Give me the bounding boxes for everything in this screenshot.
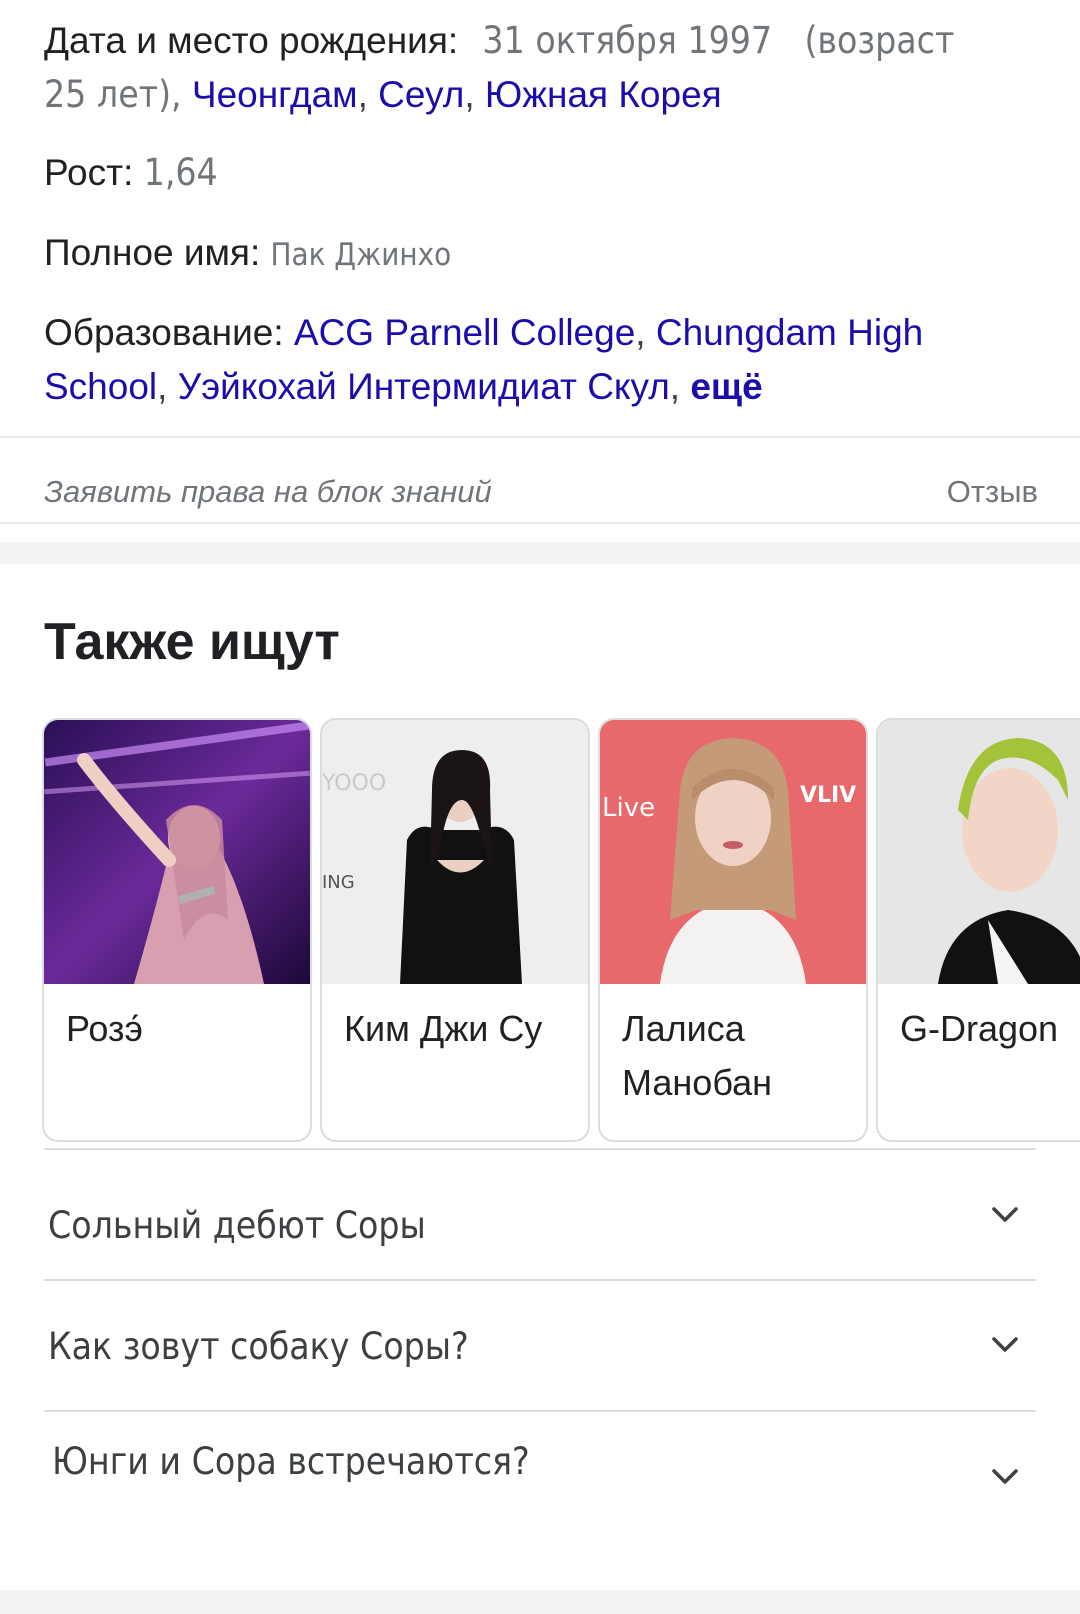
education-link-3[interactable]: Уэйкохай Интермидиат Скул: [178, 366, 670, 407]
chevron-down-icon[interactable]: [990, 1462, 1020, 1492]
man-green-hair-photo: [878, 720, 1080, 984]
fact-full-name: Полное имя: Пак Джинхо: [44, 226, 451, 282]
divider: [44, 1148, 1036, 1150]
section-gap: [0, 1590, 1080, 1614]
person-name: Ким Джи Су: [344, 1008, 543, 1049]
height-value: 1,64: [143, 151, 218, 194]
fact-birth: Дата и место рождения: 31 октября 1997 (…: [44, 19, 955, 116]
fact-label: Образование:: [44, 312, 284, 353]
fact-label: Рост:: [44, 152, 134, 193]
fact-education: Образование: ACG Parnell College, Chungd…: [44, 312, 924, 407]
people-carousel[interactable]: Розэ́ YOOO ING Ким Джи Су Live VLIV Лали…: [42, 718, 1080, 1143]
fact-label: Полное имя:: [44, 232, 261, 273]
person-card[interactable]: G-Dragon: [876, 718, 1080, 1142]
place-link-3[interactable]: Южная Корея: [485, 74, 722, 115]
divider: [0, 436, 1080, 438]
place-link-2[interactable]: Сеул: [378, 74, 464, 115]
woman-bangs-photo: Live VLIV: [600, 720, 866, 984]
age-open: (возраст: [804, 19, 955, 62]
claim-panel-link[interactable]: Заявить права на блок знаний: [44, 474, 492, 510]
question-text: Сольный дебют Соры: [48, 1204, 426, 1247]
full-name-value: Пак Джинхо: [270, 237, 452, 273]
chevron-down-icon[interactable]: [990, 1330, 1020, 1360]
divider: [44, 1410, 1036, 1412]
people-also-search-title: Также ищут: [44, 613, 340, 671]
birth-date: 31 октября 1997: [482, 19, 773, 62]
education-link-1[interactable]: ACG Parnell College: [294, 312, 635, 353]
feedback-link[interactable]: Отзыв: [947, 474, 1038, 510]
svg-text:ING: ING: [322, 872, 355, 893]
person-card[interactable]: Live VLIV Лалиса Манобан: [598, 718, 868, 1142]
woman-black-dress-photo: YOOO ING: [322, 720, 588, 984]
chevron-down-icon[interactable]: [990, 1200, 1020, 1230]
question-text: Юнги и Сора встречаются?: [52, 1440, 530, 1483]
divider: [44, 1279, 1036, 1281]
concert-singer-photo: [44, 720, 310, 984]
question-text: Как зовут собаку Соры?: [48, 1325, 469, 1368]
svg-text:VLIV: VLIV: [800, 783, 856, 808]
fact-label: Дата и место рождения:: [44, 20, 459, 61]
place-link-1[interactable]: Чеонгдам: [192, 74, 358, 115]
person-name: G-Dragon: [900, 1008, 1059, 1049]
divider: [0, 522, 1080, 524]
person-card[interactable]: Розэ́: [42, 718, 312, 1142]
fact-height: Рост: 1,64: [44, 146, 218, 200]
svg-text:YOOO: YOOO: [322, 771, 386, 796]
education-more-link[interactable]: ещё: [690, 366, 762, 407]
person-name: Лалиса Манобан: [622, 1008, 773, 1103]
age-close: 25 лет),: [44, 73, 182, 116]
person-card[interactable]: YOOO ING Ким Джи Су: [320, 718, 590, 1142]
section-gap: [0, 542, 1080, 564]
person-name: Розэ́: [66, 1008, 143, 1049]
svg-text:Live: Live: [602, 793, 655, 823]
